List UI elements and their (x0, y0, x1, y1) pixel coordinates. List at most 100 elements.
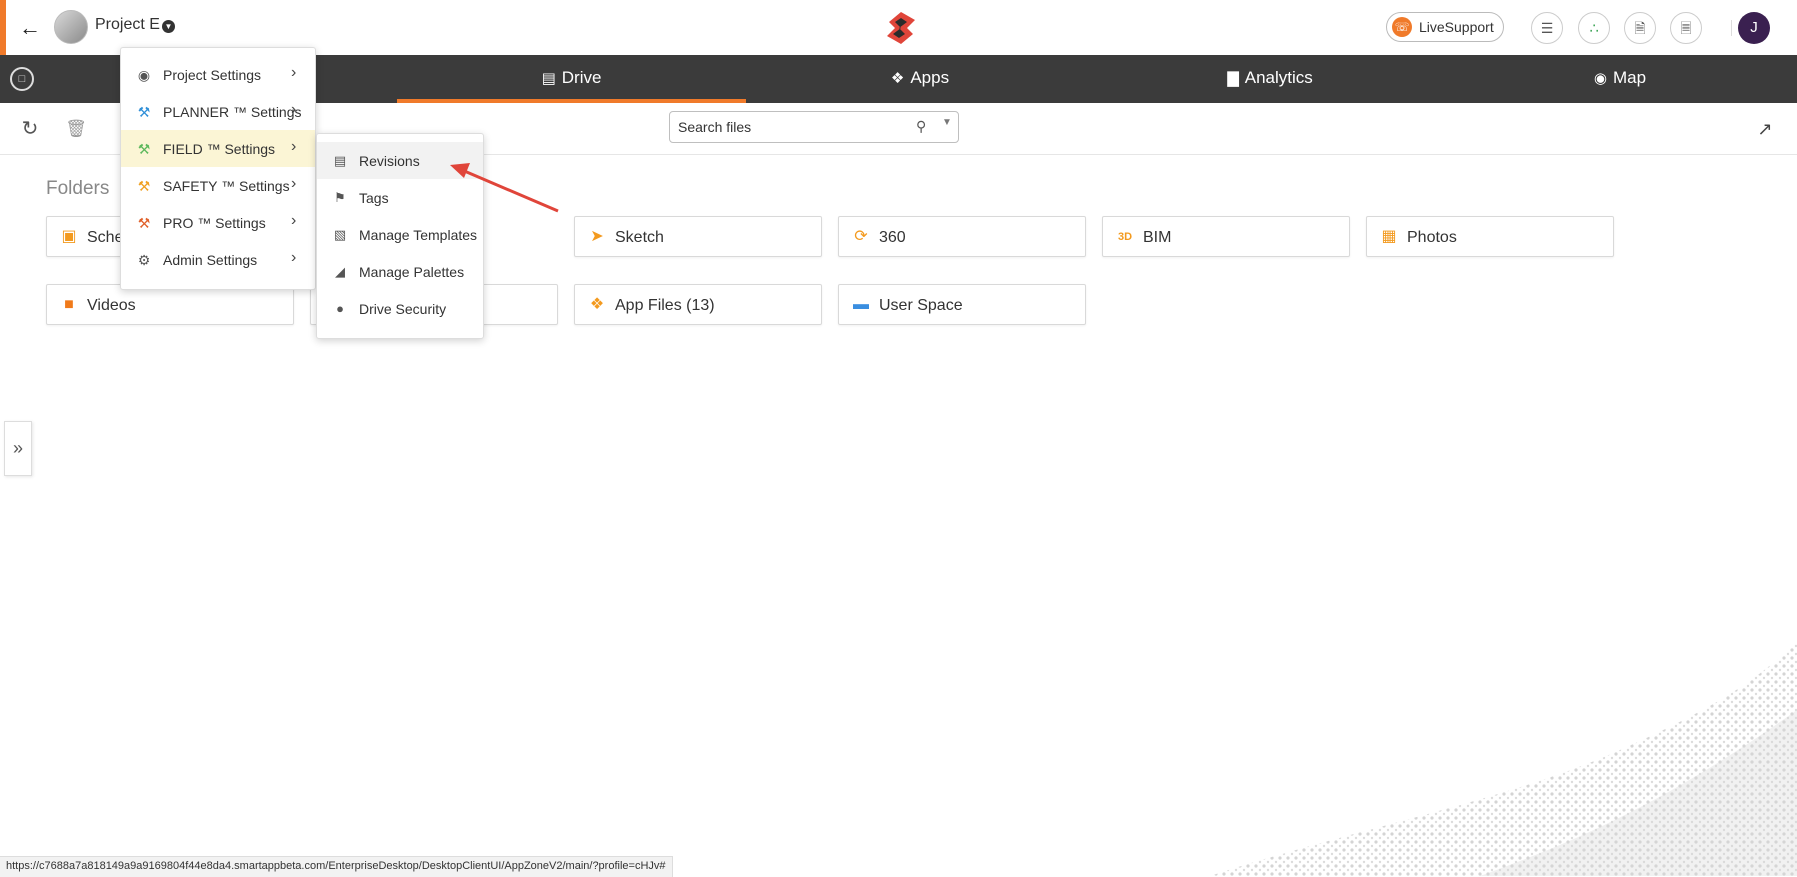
map-pin-icon: ◉ (1593, 70, 1607, 87)
photos-icon: ▦ (1381, 228, 1397, 245)
360-icon: ⟳ (854, 228, 868, 245)
chevron-right-icon: › (291, 249, 297, 266)
tab-map-label: Map (1613, 68, 1647, 87)
folder-label: Photos (1407, 229, 1457, 246)
folder-sketch[interactable]: ➤ Sketch (574, 216, 822, 257)
network-icon[interactable]: ∴ (1578, 12, 1610, 44)
analytics-icon: ▇ (1227, 70, 1239, 87)
submenu-item-label: Revisions (359, 153, 420, 169)
search-input[interactable] (678, 118, 898, 136)
tab-analytics-label: Analytics (1244, 68, 1313, 87)
menu-item-label: Admin Settings (163, 252, 258, 268)
folder-label: Sketch (615, 229, 664, 246)
submenu-item-label: Drive Security (359, 301, 447, 317)
pro-hammer-icon: ⚒ (137, 215, 151, 231)
decorative-texture (1210, 640, 1797, 876)
menu-item-label: Project Settings (163, 67, 262, 83)
live-support-button[interactable]: ☏ LiveSupport (1386, 12, 1504, 42)
back-arrow-icon[interactable]: ← (16, 14, 44, 42)
submenu-item-label: Tags (359, 190, 389, 206)
chevron-right-icon: › (291, 175, 297, 192)
search-icon[interactable]: ⚲ (916, 118, 926, 135)
project-avatar[interactable] (54, 10, 88, 44)
caret-down-icon[interactable]: ▼ (162, 20, 175, 33)
safety-hammer-icon: ⚒ (137, 178, 151, 194)
video-icon: ■ (64, 296, 74, 313)
submenu-item-label: Manage Templates (359, 227, 478, 243)
menu-item-planner-settings[interactable]: ⚒ PLANNER ™ Settings › (121, 93, 315, 130)
field-hammer-icon: ⚒ (137, 141, 151, 157)
divider (1731, 20, 1732, 36)
menu-item-admin-settings[interactable]: ⚙ Admin Settings › (121, 241, 315, 278)
apps-icon: ❖ (890, 70, 905, 87)
tag-icon: ⚑ (334, 190, 346, 205)
folder-bim[interactable]: 3D BIM (1102, 216, 1350, 257)
user-space-icon: ▬ (853, 296, 869, 313)
submenu-item-drive-security[interactable]: ● Drive Security (317, 290, 483, 327)
tab-apps-label: Apps (910, 68, 950, 87)
submenu-item-manage-templates[interactable]: ▧ Manage Templates (317, 216, 483, 253)
folder-label: User Space (879, 297, 963, 314)
menu-item-label: PLANNER ™ Settings (163, 104, 302, 120)
folders-heading: Folders (46, 178, 110, 199)
submenu-item-label: Manage Palettes (359, 264, 465, 280)
menu-item-label: PRO ™ Settings (163, 215, 266, 231)
app-files-icon: ❖ (589, 296, 605, 313)
folder-user-space[interactable]: ▬ User Space (838, 284, 1086, 325)
document-upload-icon[interactable]: 🗎 (1624, 12, 1656, 44)
refresh-icon[interactable]: ↻ (18, 117, 42, 141)
settings-menu: ◉ Project Settings › ⚒ PLANNER ™ Setting… (120, 47, 316, 290)
document-add-icon[interactable]: 🗏 (1670, 12, 1702, 44)
tab-drive[interactable]: ▤ Drive (397, 55, 746, 103)
home-circle-icon[interactable]: □ (10, 67, 34, 91)
headset-icon: ☏ (1392, 17, 1412, 37)
submenu-item-manage-palettes[interactable]: ◢ Manage Palettes (317, 253, 483, 290)
status-bar-url: https://c7688a7a818149a9a9169804f44e8da4… (0, 856, 673, 877)
expand-sidebar-icon[interactable]: » (4, 421, 32, 476)
search-box[interactable]: ⚲ ▼ (669, 111, 959, 143)
annotation-arrow-icon (450, 163, 559, 213)
folder-videos[interactable]: ■ Videos (46, 284, 294, 325)
planner-hammer-icon: ⚒ (137, 104, 151, 120)
folder-label: App Files (13) (615, 297, 715, 314)
list-icon[interactable]: ☰ (1531, 12, 1563, 44)
drive-icon: ▤ (541, 70, 556, 87)
app-logo-icon (887, 12, 915, 44)
menu-item-project-settings[interactable]: ◉ Project Settings › (121, 56, 315, 93)
folder-label: 360 (879, 229, 906, 246)
project-name[interactable]: Project E (95, 16, 160, 34)
tab-map[interactable]: ◉ Map (1470, 55, 1770, 103)
folder-photos[interactable]: ▦ Photos (1366, 216, 1614, 257)
palette-icon: ◢ (335, 264, 345, 279)
chevron-right-icon: › (291, 138, 297, 155)
chevron-right-icon: › (291, 101, 297, 118)
tab-analytics[interactable]: ▇ Analytics (1110, 55, 1430, 103)
menu-item-safety-settings[interactable]: ⚒ SAFETY ™ Settings › (121, 167, 315, 204)
tab-apps[interactable]: ❖ Apps (760, 55, 1080, 103)
folder-label: Videos (87, 297, 136, 314)
menu-item-pro-settings[interactable]: ⚒ PRO ™ Settings › (121, 204, 315, 241)
camera-icon: ◉ (137, 67, 151, 83)
search-options-caret-icon[interactable]: ▼ (942, 117, 952, 128)
template-icon: ▧ (333, 227, 347, 242)
open-external-icon[interactable]: ↗ (1754, 118, 1776, 140)
admin-user-gear-icon: ⚙ (137, 252, 151, 268)
folder-label: BIM (1143, 229, 1172, 246)
user-avatar[interactable]: J (1738, 12, 1770, 44)
accent-strip (0, 0, 6, 55)
sketch-icon: ➤ (590, 228, 604, 245)
menu-item-label: SAFETY ™ Settings (163, 178, 290, 194)
folder-label: Sche (87, 229, 124, 246)
trash-icon[interactable]: 🗑 (64, 117, 88, 141)
bim-3d-icon: 3D (1117, 231, 1133, 243)
calendar-icon: ▣ (61, 228, 77, 245)
revisions-icon: ▤ (333, 153, 347, 168)
tab-drive-label: Drive (561, 68, 602, 87)
live-support-label: LiveSupport (1419, 19, 1494, 35)
folder-360[interactable]: ⟳ 360 (838, 216, 1086, 257)
folder-app-files[interactable]: ❖ App Files (13) (574, 284, 822, 325)
chevron-right-icon: › (291, 212, 297, 229)
lock-icon: ● (336, 301, 344, 316)
chevron-right-icon: › (291, 64, 297, 81)
menu-item-field-settings[interactable]: ⚒ FIELD ™ Settings › (121, 130, 315, 167)
